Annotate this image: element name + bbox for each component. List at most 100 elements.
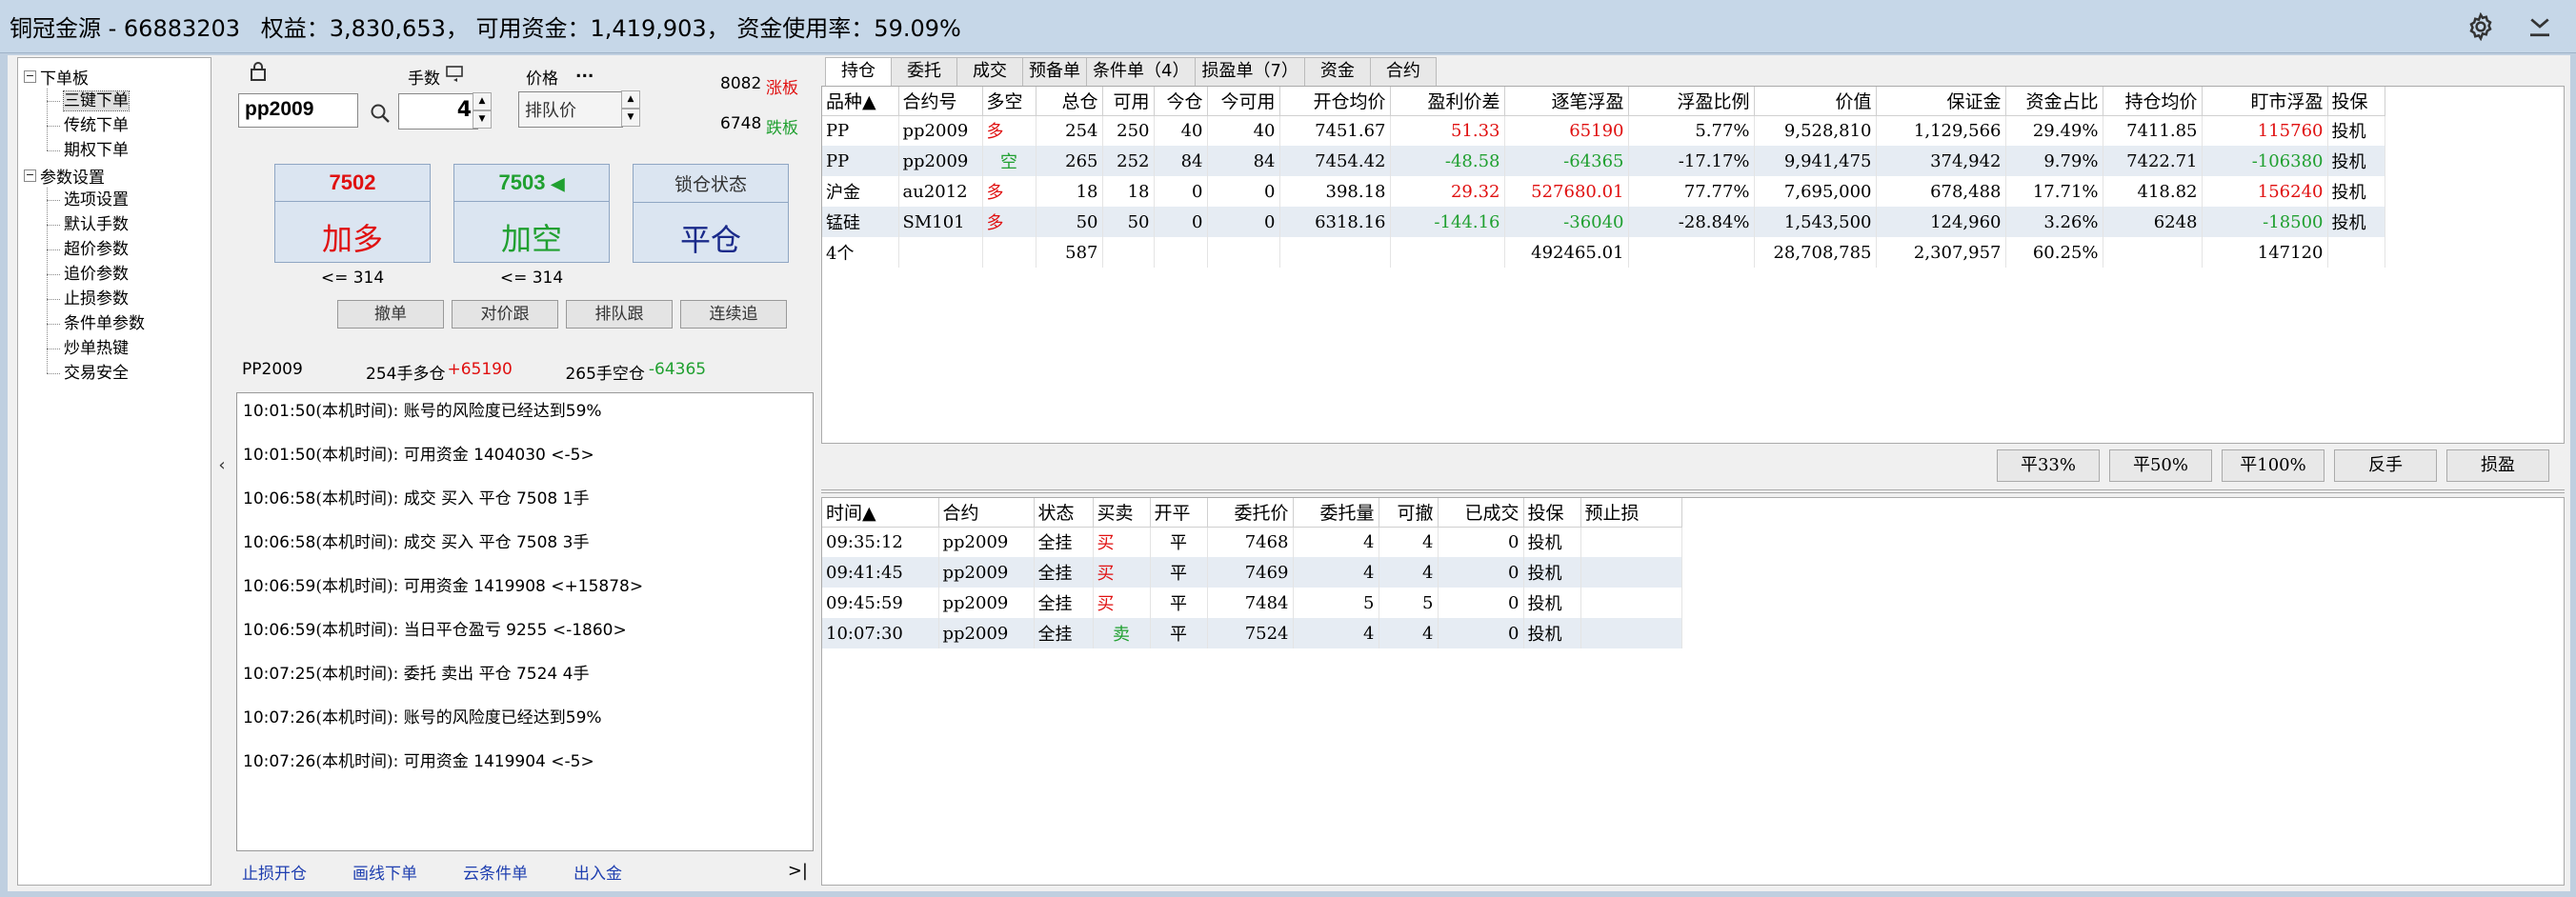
cancel-order-button[interactable]: 撤单	[337, 300, 444, 329]
column-header[interactable]: 持仓均价	[2103, 87, 2203, 116]
tree-item-traditional-order[interactable]: 传统下单	[18, 113, 211, 138]
message-log[interactable]: 10:01:50(本机时间): 账号的风险度已经达到59% 10:01:50(本机…	[236, 392, 814, 851]
column-header[interactable]: 盯市浮盈	[2202, 87, 2328, 116]
column-header[interactable]: 价值	[1754, 87, 1877, 116]
tab-prepared-orders[interactable]: 预备单	[1022, 57, 1087, 86]
tree-item-over-price[interactable]: 超价参数	[18, 237, 211, 262]
column-header[interactable]: 今可用	[1207, 87, 1280, 116]
tab-positions[interactable]: 持仓	[825, 57, 892, 86]
stop-profit-button[interactable]: 损盈	[2446, 449, 2549, 482]
table-row[interactable]: PP pp2009 空 265 252 84 84 7454.42 -48.58 -64365 -1…	[822, 146, 2385, 176]
reverse-button[interactable]: 反手	[2334, 449, 2437, 482]
sell-short-button[interactable]: 7503 ◀ 加空	[453, 164, 610, 263]
column-header[interactable]: 合约号	[898, 87, 983, 116]
follow-counter-price-button[interactable]: 对价跟	[452, 300, 558, 329]
buy-long-button[interactable]: 7502 加多	[274, 164, 431, 263]
table-row[interactable]: 沪金 au2012 多 18 18 0 0 398.18 29.32 527680.01 77.77…	[822, 176, 2385, 207]
column-header[interactable]: 委托量	[1293, 498, 1379, 528]
qty-up-button[interactable]: ▲	[473, 92, 492, 110]
tab-funds[interactable]: 资金	[1303, 57, 1371, 86]
column-header[interactable]: 委托价	[1207, 498, 1294, 528]
column-header[interactable]: 投保	[1523, 498, 1581, 528]
minimize-to-tray-icon[interactable]	[2523, 10, 2557, 44]
cloud-conditional-order-link[interactable]: 云条件单	[463, 860, 528, 884]
price-more-button[interactable]: ...	[575, 63, 594, 82]
column-header[interactable]: 浮盈比例	[1628, 87, 1755, 116]
tab-contracts[interactable]: 合约	[1369, 57, 1437, 86]
qty-down-button[interactable]: ▼	[473, 110, 492, 129]
panel-splitter[interactable]	[821, 489, 2565, 493]
tree-item-trade-security[interactable]: 交易安全	[18, 361, 211, 386]
search-icon[interactable]	[370, 103, 391, 129]
follow-queue-price-button[interactable]: 排队跟	[566, 300, 673, 329]
column-header[interactable]: 合约	[938, 498, 1035, 528]
orders-grid[interactable]: 时间▲ 合约 状态 买卖 开平 委托价 委托量 可撤 已成交 投保 预止损 09:35:12 pp20…	[821, 497, 2565, 886]
column-header[interactable]: 逐笔浮盈	[1504, 87, 1629, 116]
column-header[interactable]: 买卖	[1093, 498, 1151, 528]
column-header[interactable]: 可撤	[1379, 498, 1439, 528]
tree-item-conditional-order[interactable]: 条件单参数	[18, 311, 211, 336]
collapse-icon[interactable]: −	[24, 70, 36, 83]
tree-group-settings[interactable]: − 参数设置	[18, 163, 211, 188]
tree-item-stop-loss[interactable]: 止损参数	[18, 287, 211, 311]
column-header[interactable]: 可用	[1102, 87, 1155, 116]
column-header[interactable]: 预止损	[1580, 498, 1682, 528]
column-header[interactable]: 状态	[1034, 498, 1094, 528]
stop-loss-open-link[interactable]: 止损开仓	[242, 860, 307, 884]
tree-item-three-key-order[interactable]: 三键下单	[18, 89, 211, 113]
column-header[interactable]: 今仓	[1154, 87, 1208, 116]
tab-stop-profit-orders[interactable]: 损盈单（7）	[1195, 57, 1305, 86]
contract-code-input[interactable]: pp2009	[238, 93, 358, 128]
tab-conditional-orders[interactable]: 条件单（4）	[1086, 57, 1197, 86]
qty-input[interactable]: 4	[398, 93, 478, 130]
column-header[interactable]: 资金占比	[2005, 87, 2103, 116]
table-row[interactable]: 09:41:45 pp2009 全挂买平 7469 4 4 0 投机	[822, 557, 1682, 588]
table-row[interactable]: 锰硅 SM101 多 50 50 0 0 6318.16 -144.16 -36040 -28.84…	[822, 207, 2385, 237]
column-header[interactable]: 多空	[982, 87, 1036, 116]
table-row[interactable]: 10:07:30 pp2009 全挂卖平 7524 4 4 0 投机	[822, 618, 1682, 648]
table-cell: 527680.01	[1504, 176, 1629, 207]
tree-item-default-qty[interactable]: 默认手数	[18, 212, 211, 237]
table-cell: 7468	[1207, 527, 1294, 557]
column-header[interactable]: 盈利价差	[1390, 87, 1505, 116]
table-cell: 124,960	[1876, 207, 2006, 237]
tree-item-hotkeys[interactable]: 炒单热键	[18, 336, 211, 361]
collapse-left-panel-icon[interactable]: ‹	[215, 455, 229, 475]
close-position-button[interactable]: 锁仓状态 平仓	[633, 164, 789, 263]
table-row[interactable]: PP pp2009 多 254 250 40 40 7451.67 51.33 65190 5.77…	[822, 115, 2385, 146]
column-header[interactable]: 投保	[2327, 87, 2385, 116]
column-header[interactable]: 总仓	[1036, 87, 1103, 116]
collapse-icon[interactable]: −	[24, 169, 36, 182]
continuous-chase-button[interactable]: 连续追	[680, 300, 787, 329]
tree-item-chase-price[interactable]: 追价参数	[18, 262, 211, 287]
column-header[interactable]: 开仓均价	[1279, 87, 1391, 116]
lower-limit-label: 跌板	[766, 119, 798, 138]
tree-item-options[interactable]: 选项设置	[18, 188, 211, 212]
positions-grid[interactable]: 品种▲ 合约号 多空 总仓 可用 今仓 今可用 开仓均价 盈利价差 逐笔浮盈 浮盈比例 价值 保证金 资金…	[821, 86, 2565, 444]
qty-reset-icon[interactable]	[446, 65, 467, 87]
tree-item-option-order[interactable]: 期权下单	[18, 138, 211, 163]
tab-orders[interactable]: 委托	[891, 57, 957, 86]
close-33-button[interactable]: 平33%	[1997, 449, 2100, 482]
scroll-to-end-icon[interactable]: >|	[788, 861, 808, 881]
column-header[interactable]: 时间▲	[822, 498, 939, 528]
gear-icon[interactable]	[2464, 10, 2498, 44]
column-header[interactable]: 已成交	[1438, 498, 1524, 528]
total-row[interactable]: 4个 587 492465.01 28,708,785 2,307,957 60.25% 1…	[822, 237, 2385, 268]
column-header[interactable]: 保证金	[1876, 87, 2006, 116]
lock-icon[interactable]	[250, 61, 267, 87]
tab-trades[interactable]: 成交	[956, 57, 1023, 86]
tree-group-order-board[interactable]: − 下单板	[18, 64, 211, 89]
price-down-button[interactable]: ▼	[621, 109, 640, 127]
column-header[interactable]: 开平	[1150, 498, 1208, 528]
log-time: 10:06:58	[243, 489, 316, 508]
price-input[interactable]: 排队价	[518, 91, 623, 128]
column-header[interactable]: 品种▲	[822, 87, 899, 116]
close-50-button[interactable]: 平50%	[2109, 449, 2212, 482]
table-row[interactable]: 09:35:12 pp2009 全挂买平 7468 4 4 0 投机	[822, 527, 1682, 557]
line-order-link[interactable]: 画线下单	[352, 860, 417, 884]
price-up-button[interactable]: ▲	[621, 90, 640, 109]
deposit-withdraw-link[interactable]: 出入金	[574, 860, 622, 884]
close-100-button[interactable]: 平100%	[2222, 449, 2324, 482]
table-row[interactable]: 09:45:59 pp2009 全挂买平 7484 5 5 0 投机	[822, 588, 1682, 618]
